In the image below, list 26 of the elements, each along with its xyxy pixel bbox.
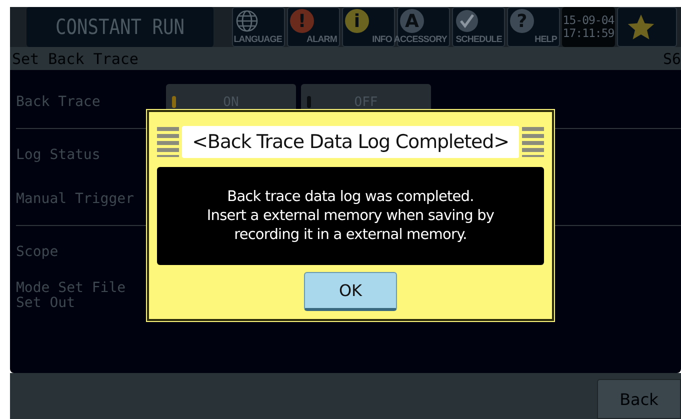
header-button[interactable]: i INFO [342,7,395,47]
setting-label: Scope [16,244,60,260]
ok-button[interactable]: OK [304,272,397,311]
info-icon: i [345,9,369,33]
check-icon [455,9,479,33]
header-button[interactable]: SCHEDULE [452,7,505,47]
header-button[interactable]: ? HELP [507,7,560,47]
back-button[interactable]: Back [597,379,681,419]
alarm-icon: ! [290,9,314,33]
globe-icon [235,9,259,33]
dialog-title: <Back Trace Data Log Completed> [182,126,519,158]
stripes-icon [157,127,179,157]
stripes-icon [522,127,544,157]
header-button[interactable]: ! ALARM [287,7,340,47]
favorite-button[interactable] [617,7,677,47]
header-button[interactable]: LANGUAGE [232,7,285,47]
star-icon [626,12,656,42]
setting-label: Log Status [16,148,102,162]
setting-label: Back Trace [16,94,102,110]
setting-label: Manual Trigger [16,192,136,206]
screen-mode-title: CONSTANT RUN [26,7,214,47]
setting-label: Mode Set File Set Out [16,281,127,311]
help-icon: ? [510,9,534,33]
dialog-message: Back trace data log was completed. Insert a external memory when saving by recording it in a external memory. [157,167,544,265]
clock: 15-09-04 17:11:59 [562,7,615,47]
accessory-icon: A [400,9,424,33]
